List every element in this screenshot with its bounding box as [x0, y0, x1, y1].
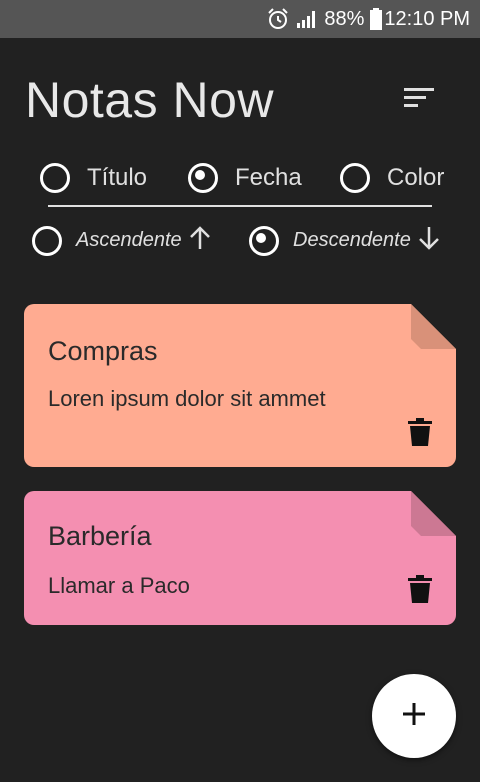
sort-option-label: Color [387, 164, 445, 191]
sort-option-fecha[interactable]: Fecha [188, 163, 302, 193]
page-fold-icon [411, 304, 456, 349]
sort-option-color[interactable]: Color [340, 163, 444, 193]
radio-button[interactable] [249, 225, 279, 256]
sort-icon[interactable] [404, 86, 436, 110]
radio-button[interactable] [188, 163, 218, 193]
divider [48, 205, 432, 207]
sort-option-titulo[interactable]: Título [40, 163, 147, 193]
trash-icon[interactable] [408, 418, 432, 446]
order-option-descendente[interactable]: Descendente [249, 225, 441, 256]
order-option-ascendente[interactable]: Ascendente [32, 225, 212, 256]
battery-percent: 88% [324, 7, 365, 30]
order-option-label: Ascendente [76, 229, 182, 251]
order-option-label: Descendente [293, 229, 411, 251]
add-note-button[interactable] [372, 674, 456, 758]
signal-icon [296, 9, 318, 29]
note-title: Barbería [48, 521, 152, 551]
radio-button[interactable] [340, 163, 370, 193]
battery-icon [370, 8, 383, 30]
page-fold-icon [411, 491, 456, 536]
app-title: Notas Now [25, 72, 275, 128]
clock-time: 12:10 PM [384, 7, 470, 30]
note-title: Compras [48, 336, 158, 366]
sort-option-label: Título [87, 164, 148, 191]
trash-icon[interactable] [408, 575, 432, 603]
radio-button[interactable] [40, 163, 70, 193]
note-body: Llamar a Paco [48, 573, 190, 598]
plus-icon [402, 702, 426, 731]
arrow-down-icon [417, 225, 441, 256]
status-bar: 88% 12:10 PM [0, 0, 480, 38]
radio-button[interactable] [32, 225, 62, 256]
note-card[interactable]: Barbería Llamar a Paco [24, 491, 456, 625]
alarm-icon [266, 7, 290, 31]
note-card[interactable]: Compras Loren ipsum dolor sit ammet [24, 304, 456, 467]
arrow-up-icon [188, 225, 212, 256]
sort-option-label: Fecha [235, 164, 302, 191]
note-body: Loren ipsum dolor sit ammet [48, 386, 326, 411]
